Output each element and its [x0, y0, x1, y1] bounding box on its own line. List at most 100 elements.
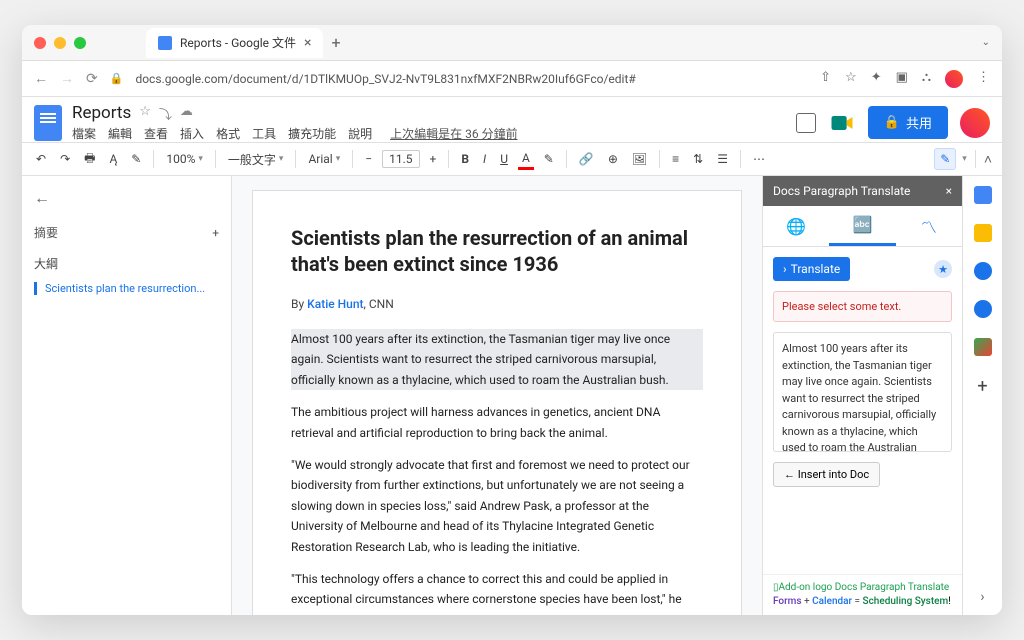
tab-close-icon[interactable]: × [304, 35, 311, 51]
footer-link-forms[interactable]: Forms [773, 596, 801, 607]
extensions-icon[interactable]: ✦ [871, 70, 882, 88]
line-spacing-button[interactable]: ⇅ [689, 150, 707, 168]
comment-button[interactable]: ⊕ [604, 150, 622, 168]
footer-link-scheduling[interactable]: Scheduling System [863, 596, 949, 607]
addon-close-icon[interactable]: × [946, 184, 952, 198]
edit-mode-caret[interactable]: ▾ [962, 154, 967, 164]
underline-button[interactable]: U [496, 150, 512, 168]
move-icon[interactable]: ⤵ [159, 104, 172, 123]
docs-favicon [158, 36, 172, 50]
side-panels: Docs Paragraph Translate × 🌐 🔤 〽 › Trans… [762, 176, 1002, 615]
byline[interactable]: By Katie Hunt, CNN [291, 297, 703, 311]
calendar-icon[interactable] [974, 186, 992, 204]
chevron-right-icon: › [783, 262, 787, 276]
addon-tab-settings[interactable]: 〽 [896, 206, 962, 246]
bookmark-icon[interactable]: ☆ [845, 70, 857, 88]
forward-button[interactable]: → [60, 70, 74, 87]
menu-tools[interactable]: 工具 [252, 125, 276, 142]
comments-icon[interactable] [796, 113, 816, 133]
menu-help[interactable]: 說明 [348, 125, 372, 142]
side-rail: + › [962, 176, 1002, 615]
contacts-icon[interactable] [974, 300, 992, 318]
menu-insert[interactable]: 插入 [180, 125, 204, 142]
addon-tab-translate[interactable]: 🔤 [829, 206, 895, 246]
titlebar: Reports - Google 文件 × + ⌄ [22, 25, 1002, 61]
author-link[interactable]: Katie Hunt [307, 297, 363, 311]
tasks-icon[interactable] [974, 262, 992, 280]
kebab-menu-icon[interactable]: ⋮ [977, 70, 990, 88]
profile-avatar[interactable] [945, 70, 963, 88]
favorite-icon[interactable]: ★ [934, 260, 952, 278]
document-canvas[interactable]: Scientists plan the resurrection of an a… [232, 176, 762, 615]
menu-file[interactable]: 檔案 [72, 125, 96, 142]
edit-mode-button[interactable]: ✎ [934, 148, 956, 170]
maximize-window-button[interactable] [74, 37, 86, 49]
menu-format[interactable]: 格式 [216, 125, 240, 142]
close-window-button[interactable] [34, 37, 46, 49]
image-button[interactable]: 🖼 [628, 150, 651, 168]
paragraph[interactable]: "We would strongly advocate that first a… [291, 455, 703, 557]
doc-title[interactable]: Reports [72, 103, 131, 123]
account-avatar[interactable] [960, 108, 990, 138]
maps-icon[interactable] [974, 338, 992, 356]
page: Scientists plan the resurrection of an a… [252, 190, 742, 615]
outline-item[interactable]: Scientists plan the resurrection... [34, 282, 219, 295]
zoom-dropdown[interactable]: 100% [162, 150, 207, 168]
lock-icon[interactable]: 🔒 [110, 72, 124, 85]
doc-heading[interactable]: Scientists plan the resurrection of an a… [291, 225, 703, 277]
style-dropdown[interactable]: 一般文字 [224, 149, 288, 170]
font-dropdown[interactable]: Arial [304, 150, 344, 168]
new-tab-button[interactable]: + [331, 33, 340, 52]
main-area: ← 摘要 + 大綱 Scientists plan the resurrecti… [22, 176, 1002, 615]
docs-logo[interactable] [34, 105, 62, 141]
link-button[interactable]: 🔗 [575, 150, 598, 168]
browser-tab[interactable]: Reports - Google 文件 × [146, 28, 323, 58]
paragraph-selected[interactable]: Almost 100 years after its extinction, t… [291, 329, 703, 390]
star-icon[interactable]: ☆ [139, 104, 151, 123]
italic-button[interactable]: I [479, 150, 490, 168]
translate-button[interactable]: › Translate [773, 257, 850, 281]
last-edit[interactable]: 上次編輯是在 36 分鐘前 [390, 125, 517, 142]
spellcheck-button[interactable]: Ą [105, 150, 121, 168]
bold-button[interactable]: B [457, 150, 473, 168]
list-button[interactable]: ☰ [713, 150, 732, 168]
get-addons-button[interactable]: + [977, 376, 987, 397]
minimize-window-button[interactable] [54, 37, 66, 49]
rail-collapse-icon[interactable]: › [980, 589, 984, 605]
align-button[interactable]: ≡ [668, 150, 683, 168]
undo-button[interactable]: ↶ [32, 150, 50, 168]
highlight-button[interactable]: ✎ [540, 150, 558, 168]
more-button[interactable]: ⋯ [749, 150, 769, 168]
url-field[interactable]: docs.google.com/document/d/1DTlKMUOp_SVJ… [135, 72, 808, 86]
footer-link-calendar[interactable]: Calendar [812, 596, 852, 607]
paragraph[interactable]: "This technology offers a chance to corr… [291, 569, 703, 615]
menu-view[interactable]: 查看 [144, 125, 168, 142]
share-button[interactable]: 🔒 共用 [868, 106, 948, 139]
print-button[interactable]: 🖶 [80, 147, 99, 172]
share-icon[interactable]: ⇧ [820, 70, 831, 88]
cloud-icon[interactable]: ☁ [180, 104, 193, 123]
addon-tab-globe[interactable]: 🌐 [763, 206, 829, 246]
font-size[interactable]: 11.5 [382, 150, 419, 168]
hide-menus-button[interactable]: ˄ [984, 151, 992, 168]
docs-header: Reports ☆ ⤵ ☁ 檔案 編輯 查看 插入 格式 工具 擴充功能 說明 … [22, 97, 1002, 142]
paragraph[interactable]: The ambitious project will harness advan… [291, 402, 703, 443]
paint-format-button[interactable]: ✎ [127, 150, 145, 168]
translation-textarea[interactable]: Almost 100 years after its extinction, t… [773, 332, 952, 452]
outline-collapse-icon[interactable]: ← [34, 188, 219, 208]
back-button[interactable]: ← [34, 70, 48, 87]
reload-button[interactable]: ⟳ [86, 71, 98, 87]
tabs-dropdown-icon[interactable]: ⌄ [982, 37, 990, 48]
font-decrease[interactable]: − [361, 150, 376, 168]
keep-icon[interactable] [974, 224, 992, 242]
add-summary-icon[interactable]: + [212, 226, 219, 240]
meet-icon[interactable] [828, 109, 856, 137]
menu-extensions[interactable]: 擴充功能 [288, 125, 336, 142]
insert-button[interactable]: ← Insert into Doc [773, 462, 880, 487]
text-color-button[interactable]: A [518, 149, 534, 170]
redo-button[interactable]: ↷ [56, 150, 74, 168]
menu-edit[interactable]: 編輯 [108, 125, 132, 142]
font-increase[interactable]: + [426, 150, 441, 168]
translate-ext-icon[interactable]: ⛬ [922, 70, 931, 88]
cast-icon[interactable]: ▣ [896, 70, 908, 88]
